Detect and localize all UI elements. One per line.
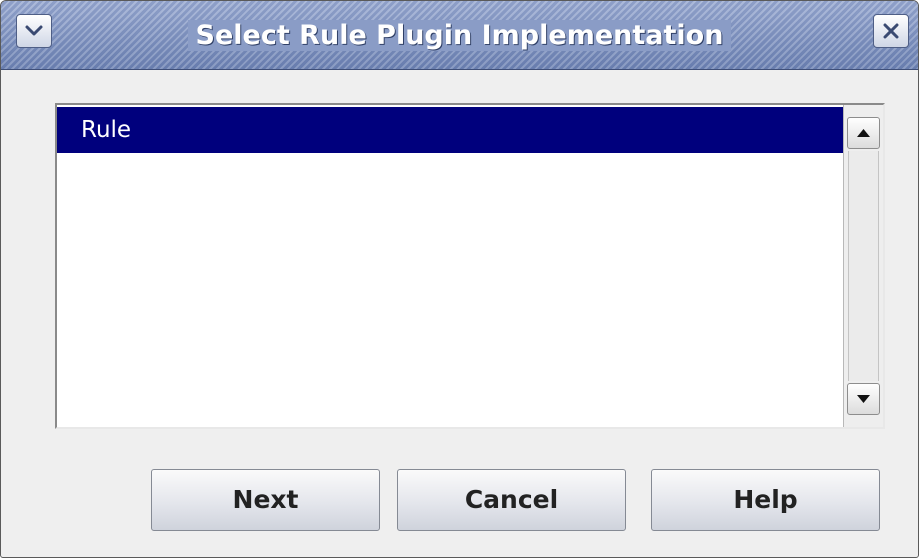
- scroll-track[interactable]: [848, 151, 879, 381]
- title-bar[interactable]: Select Rule Plugin Implementation: [1, 1, 918, 70]
- close-icon: [883, 23, 899, 39]
- next-button[interactable]: Next: [151, 469, 380, 531]
- plugin-list[interactable]: Rule: [55, 103, 885, 429]
- close-button[interactable]: [873, 14, 909, 48]
- vertical-scrollbar[interactable]: [843, 105, 883, 427]
- chevron-down-icon: [25, 25, 43, 36]
- dialog-window: Select Rule Plugin Implementation Rule N…: [0, 0, 919, 558]
- triangle-down-icon: [857, 395, 870, 403]
- help-button[interactable]: Help: [651, 469, 880, 531]
- window-menu-button[interactable]: [16, 14, 52, 48]
- window-title: Select Rule Plugin Implementation: [187, 19, 732, 51]
- cancel-button[interactable]: Cancel: [397, 469, 626, 531]
- scroll-up-button[interactable]: [847, 117, 880, 149]
- list-item-rule[interactable]: Rule: [57, 107, 843, 153]
- scroll-down-button[interactable]: [847, 383, 880, 415]
- triangle-up-icon: [857, 129, 870, 137]
- list-viewport[interactable]: Rule: [57, 105, 843, 427]
